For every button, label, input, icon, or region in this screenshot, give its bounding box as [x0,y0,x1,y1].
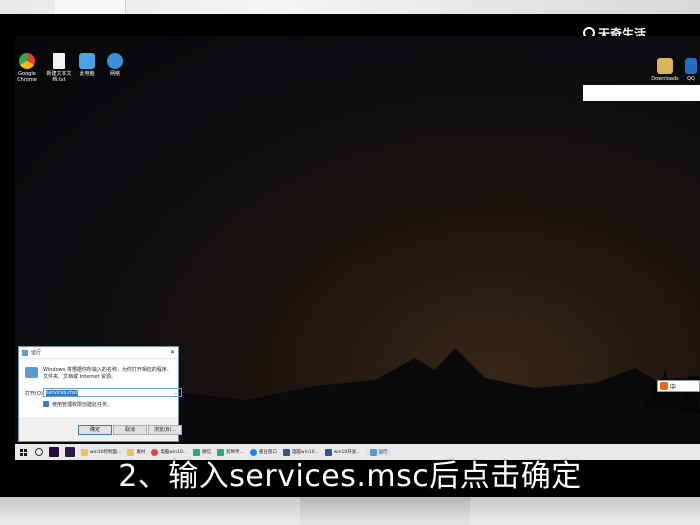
taskbar-app[interactable]: 电脑win10... [151,448,188,456]
taskbar-app[interactable]: win10开发... [324,448,361,456]
wechat-icon [193,448,201,456]
ime-toolbar[interactable]: 中 [657,380,700,392]
taskbar-app-label: 微信 [202,450,212,455]
desktop-icon-label: Downloads [651,76,679,82]
taskbar-app[interactable]: 电脑win10... [282,448,319,456]
shield-icon [43,401,49,407]
taskbar-app[interactable]: 剪映专... [217,448,244,456]
computer-icon [79,53,95,69]
premiere-icon[interactable] [49,447,59,457]
text-file-icon [53,53,65,69]
ime-mode: 中 [670,383,677,391]
run-dialog-titlebar[interactable]: 运行 ✕ [19,347,178,359]
chevron-down-icon[interactable]: ⌄ [174,389,178,397]
folder-icon [127,448,135,456]
folder-icon [81,448,88,456]
taskbar-app-run[interactable]: 运行 [366,448,391,456]
desktop-icon-label: 新建文本文档.txt [46,71,72,83]
taskbar-app-label: 素材 [136,450,146,455]
open-label: 打开(O): [25,391,45,397]
taskbar-app-label: 剪映专... [226,450,244,455]
app-icon[interactable] [65,447,75,457]
background-paper [55,0,126,14]
editor-icon [217,448,225,456]
desktop-icon-label: QQ [687,76,695,82]
taskbar-app-label: win10开发... [333,450,361,455]
desktop-icon-label: Google Chrome [17,71,37,83]
taskbar-app-label: 嘉豆窗口 [258,450,277,455]
search-icon[interactable] [35,448,43,456]
taskbar-app-label: 运行 [378,450,388,455]
caption-subtitle: 2、输入services.msc后点击确定 [118,459,582,494]
overlay-bar [583,85,700,101]
chrome-icon [19,53,35,69]
desktop-icon-computer[interactable]: 此电脑 [72,53,102,77]
monitor-stand [300,497,470,525]
taskbar: win10控制面... 素材 电脑win10... 微信 剪映专... 嘉豆窗口… [15,444,700,460]
desktop-icon-label: 此电脑 [79,71,95,77]
run-open-input-value: services.msc [46,390,79,396]
run-dialog: 运行 ✕ Windows 将根据你所输入的名称，为你打开相应的程序、文件夹、文档… [18,346,182,442]
chrome-icon [151,448,159,456]
taskbar-app-label: win10控制面... [90,450,122,455]
desktop-icon-qq[interactable]: QQ [682,58,700,82]
browse-button[interactable]: 浏览(B)... [148,425,182,435]
run-description: Windows 将根据你所输入的名称，为你打开相应的程序、文件夹、文档或 Int… [43,367,172,380]
desktop-icon-textfile[interactable]: 新建文本文档.txt [44,53,74,83]
ok-button[interactable]: 确定 [78,425,112,435]
run-program-icon [25,367,38,378]
taskbar-app-label: 电脑win10... [291,450,319,455]
taskbar-app[interactable]: 素材 [127,448,146,456]
app-icon [249,448,257,456]
taskbar-app-label: 电脑win10... [160,450,188,455]
close-icon[interactable]: ✕ [170,349,175,356]
run-app-icon [22,349,28,356]
taskbar-app[interactable]: 嘉豆窗口 [249,448,277,456]
run-open-input[interactable]: services.msc ⌄ [43,388,182,397]
word-icon [282,448,290,456]
run-icon [369,448,377,456]
qq-icon [685,58,697,74]
cancel-button[interactable]: 取消 [113,425,147,435]
word-icon [324,448,332,456]
start-button[interactable] [17,446,29,458]
downloads-folder-icon [657,58,673,74]
desktop-icon-label: 网络 [109,71,120,77]
taskbar-app[interactable]: win10控制面... [81,448,122,456]
desktop-icon-network[interactable]: 网络 [100,53,130,77]
desktop-icon-chrome[interactable]: Google Chrome [12,53,42,83]
network-icon [107,53,123,69]
taskbar-app[interactable]: 微信 [193,448,212,456]
run-dialog-title: 运行 [31,350,42,356]
windows-icon [19,448,27,456]
sogou-icon [660,382,668,390]
admin-note: 使用管理权限创建此任务。 [52,402,113,408]
desktop-icon-downloads[interactable]: Downloads [650,58,680,82]
